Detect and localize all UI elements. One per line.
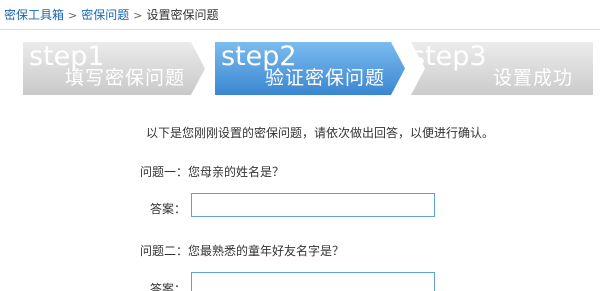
question-2-label: 问题二： — [140, 244, 189, 258]
header-divider — [0, 29, 600, 30]
breadcrumb-separator: > — [133, 9, 143, 22]
step-3: step3 设置成功 — [411, 42, 593, 95]
step-progress: step1 填写密保问题 step2 验证密保问题 step3 设置成功 — [0, 42, 600, 100]
step-3-label: 设置成功 — [492, 67, 573, 89]
question-1-text: 您母亲的姓名是？ — [188, 165, 285, 179]
question-2: 问题二：您最熟悉的童年好友名字是？ — [140, 242, 344, 259]
answer-1-input[interactable] — [191, 193, 435, 217]
breadcrumb: 密保工具箱 > 密保问题 > 设置密保问题 — [4, 6, 218, 23]
step-3-number: step3 — [411, 41, 487, 72]
question-2-text: 您最熟悉的童年好友名字是？ — [188, 244, 345, 258]
question-1-label: 问题一： — [140, 165, 189, 179]
step-2-active: step2 验证密保问题 — [215, 42, 405, 95]
breadcrumb-current: 设置密保问题 — [146, 8, 219, 22]
instruction-text: 以下是您刚刚设置的密保问题，请依次做出回答，以便进行确认。 — [146, 126, 495, 140]
step-1-label: 填写密保问题 — [64, 67, 185, 89]
breadcrumb-link-toolbox[interactable]: 密保工具箱 — [4, 8, 64, 22]
answer-2-label: 答案： — [150, 282, 187, 291]
question-1: 问题一：您母亲的姓名是？ — [140, 163, 284, 180]
breadcrumb-separator: > — [68, 9, 78, 22]
breadcrumb-link-security-question[interactable]: 密保问题 — [81, 8, 129, 22]
answer-1-label: 答案： — [150, 202, 187, 216]
page: 密保工具箱 > 密保问题 > 设置密保问题 step1 填写密保问题 step2 验证密… — [0, 0, 600, 291]
answer-2-input[interactable] — [191, 272, 435, 291]
step-2-label: 验证密保问题 — [264, 67, 385, 89]
step-1: step1 填写密保问题 — [23, 42, 205, 95]
